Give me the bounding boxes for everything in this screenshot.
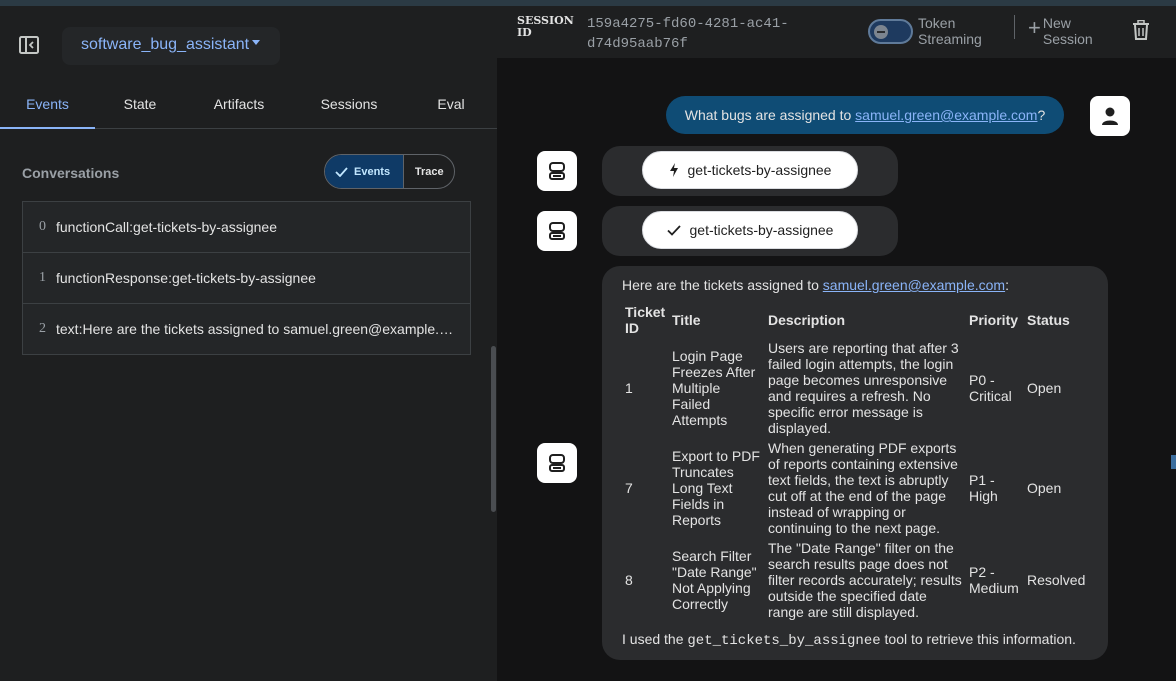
chat-header: SESSION ID 159a4275-fd60-4281-ac41-d74d9… xyxy=(497,6,1176,58)
function-response-chip[interactable]: get-tickets-by-assignee xyxy=(642,211,858,249)
function-response-bubble: get-tickets-by-assignee xyxy=(602,206,898,256)
user-message-text: What bugs are assigned to xyxy=(684,107,856,123)
bot-avatar xyxy=(537,211,577,251)
new-session-label: New Session xyxy=(1042,15,1093,47)
event-text: functionCall:get-tickets-by-assignee xyxy=(56,219,277,235)
person-icon xyxy=(1102,107,1118,125)
ticket-id-cell: 7 xyxy=(625,480,633,496)
user-message-suffix: ? xyxy=(1037,107,1046,123)
event-text: text:Here are the tickets assigned to sa… xyxy=(56,321,456,337)
column-header: Priority xyxy=(969,312,1019,328)
event-index: 2 xyxy=(39,321,46,336)
edge-scroll-indicator xyxy=(1171,455,1176,469)
ticket-description-cell: When generating PDF exports of reports c… xyxy=(768,440,958,536)
tab-artifacts[interactable]: Artifacts xyxy=(185,82,293,129)
ticket-title-cell: Search Filter "Date Range" Not Applying … xyxy=(672,548,757,612)
tickets-table: Ticket ID Title Description Priority Sta… xyxy=(622,302,1088,622)
robot-icon xyxy=(549,162,565,180)
delete-session-icon[interactable] xyxy=(1132,19,1152,42)
trace-toggle-button[interactable]: Trace xyxy=(404,155,454,188)
ticket-status-cell: Resolved xyxy=(1027,572,1086,588)
app-selector-label: software_bug_assistant xyxy=(81,36,250,53)
table-header-row: Ticket ID Title Description Priority Sta… xyxy=(622,302,1088,338)
response-email-link[interactable]: samuel.green@example.com xyxy=(823,277,1005,293)
session-id-value: 159a4275-fd60-4281-ac41-d74d95aab76f xyxy=(587,16,789,52)
response-outro-text: I used the xyxy=(622,631,688,647)
response-outro-suffix: tool to retrieve this information. xyxy=(880,631,1076,647)
event-list: 0 functionCall:get-tickets-by-assignee 1… xyxy=(22,201,471,355)
response-intro: Here are the tickets assigned to samuel.… xyxy=(622,277,1009,293)
toggle-knob xyxy=(874,25,888,39)
event-item[interactable]: 0 functionCall:get-tickets-by-assignee xyxy=(22,201,471,253)
function-response-chip-label: get-tickets-by-assignee xyxy=(689,222,834,238)
conversations-label: Conversations xyxy=(22,165,120,181)
event-index: 0 xyxy=(39,219,46,234)
table-row: 1 Login Page Freezes After Multiple Fail… xyxy=(622,338,1088,438)
text-response-bubble: Here are the tickets assigned to samuel.… xyxy=(602,266,1108,660)
trace-toggle-label: Trace xyxy=(414,165,444,178)
token-streaming-label: Token Streaming xyxy=(918,15,982,47)
table-row: 7 Export to PDF Truncates Long Text Fiel… xyxy=(622,438,1088,538)
events-toggle-label: Events xyxy=(354,165,391,178)
function-call-bubble: get-tickets-by-assignee xyxy=(602,146,898,196)
session-id-label: SESSION ID xyxy=(517,14,574,39)
ticket-priority-cell: P0 - Critical xyxy=(969,372,1012,404)
tab-events[interactable]: Events xyxy=(0,82,95,129)
column-header: Ticket ID xyxy=(625,304,666,336)
event-index: 1 xyxy=(39,270,46,285)
ticket-description-cell: The "Date Range" filter on the search re… xyxy=(768,540,962,620)
ticket-status-cell: Open xyxy=(1027,480,1062,496)
ticket-title-cell: Export to PDF Truncates Long Text Fields… xyxy=(672,448,760,528)
user-message-bubble: What bugs are assigned to samuel.green@e… xyxy=(666,96,1064,134)
ticket-priority-cell: P1 - High xyxy=(969,472,998,504)
user-avatar xyxy=(1090,96,1130,136)
bolt-icon xyxy=(669,163,678,177)
robot-icon xyxy=(549,222,565,240)
ticket-id-cell: 8 xyxy=(625,572,633,588)
check-icon xyxy=(666,224,681,236)
response-outro: I used the get_tickets_by_assignee tool … xyxy=(622,631,1076,649)
event-item[interactable]: 1 functionResponse:get-tickets-by-assign… xyxy=(22,252,471,304)
tab-state[interactable]: State xyxy=(95,82,185,129)
check-icon xyxy=(335,166,348,177)
chevron-down-icon xyxy=(252,40,261,46)
events-toggle-button[interactable]: Events xyxy=(325,155,405,188)
app-selector[interactable]: software_bug_assistant xyxy=(62,27,280,65)
ticket-status-cell: Open xyxy=(1027,380,1062,396)
side-panel: software_bug_assistant Events State Arti… xyxy=(0,6,497,681)
ticket-priority-cell: P2 - Medium xyxy=(969,564,1019,596)
tab-eval[interactable]: Eval xyxy=(405,82,497,129)
table-row: 8 Search Filter "Date Range" Not Applyin… xyxy=(622,538,1088,622)
column-header: Title xyxy=(672,312,701,328)
event-item[interactable]: 2 text:Here are the tickets assigned to … xyxy=(22,303,471,355)
column-header: Description xyxy=(768,312,846,328)
new-session-button[interactable]: + New Session xyxy=(1028,15,1097,47)
chat-area: SESSION ID 159a4275-fd60-4281-ac41-d74d9… xyxy=(497,6,1176,681)
tool-name-code: get_tickets_by_assignee xyxy=(687,633,881,649)
token-streaming-toggle[interactable] xyxy=(868,19,913,44)
response-intro-text: Here are the tickets assigned to xyxy=(622,277,823,293)
robot-icon xyxy=(549,454,565,472)
response-intro-suffix: : xyxy=(1005,277,1009,293)
user-message-email-link[interactable]: samuel.green@example.com xyxy=(855,107,1037,123)
ticket-title-cell: Login Page Freezes After Multiple Failed… xyxy=(672,348,756,428)
event-text: functionResponse:get-tickets-by-assignee xyxy=(56,270,316,286)
toggle-sidebar-icon[interactable] xyxy=(19,36,39,54)
bot-avatar xyxy=(537,151,577,191)
function-call-chip[interactable]: get-tickets-by-assignee xyxy=(642,151,858,189)
header-divider xyxy=(1014,15,1015,39)
function-call-chip-label: get-tickets-by-assignee xyxy=(687,162,832,178)
bot-avatar xyxy=(537,443,577,483)
tab-sessions[interactable]: Sessions xyxy=(293,82,405,129)
tab-bar: Events State Artifacts Sessions Eval xyxy=(0,82,497,129)
column-header: Status xyxy=(1027,312,1070,328)
events-trace-toggle: Events Trace xyxy=(324,154,455,189)
ticket-description-cell: Users are reporting that after 3 failed … xyxy=(768,340,959,436)
plus-icon: + xyxy=(1028,15,1041,40)
side-panel-scrollbar[interactable] xyxy=(491,346,496,512)
ticket-id-cell: 1 xyxy=(625,380,633,396)
